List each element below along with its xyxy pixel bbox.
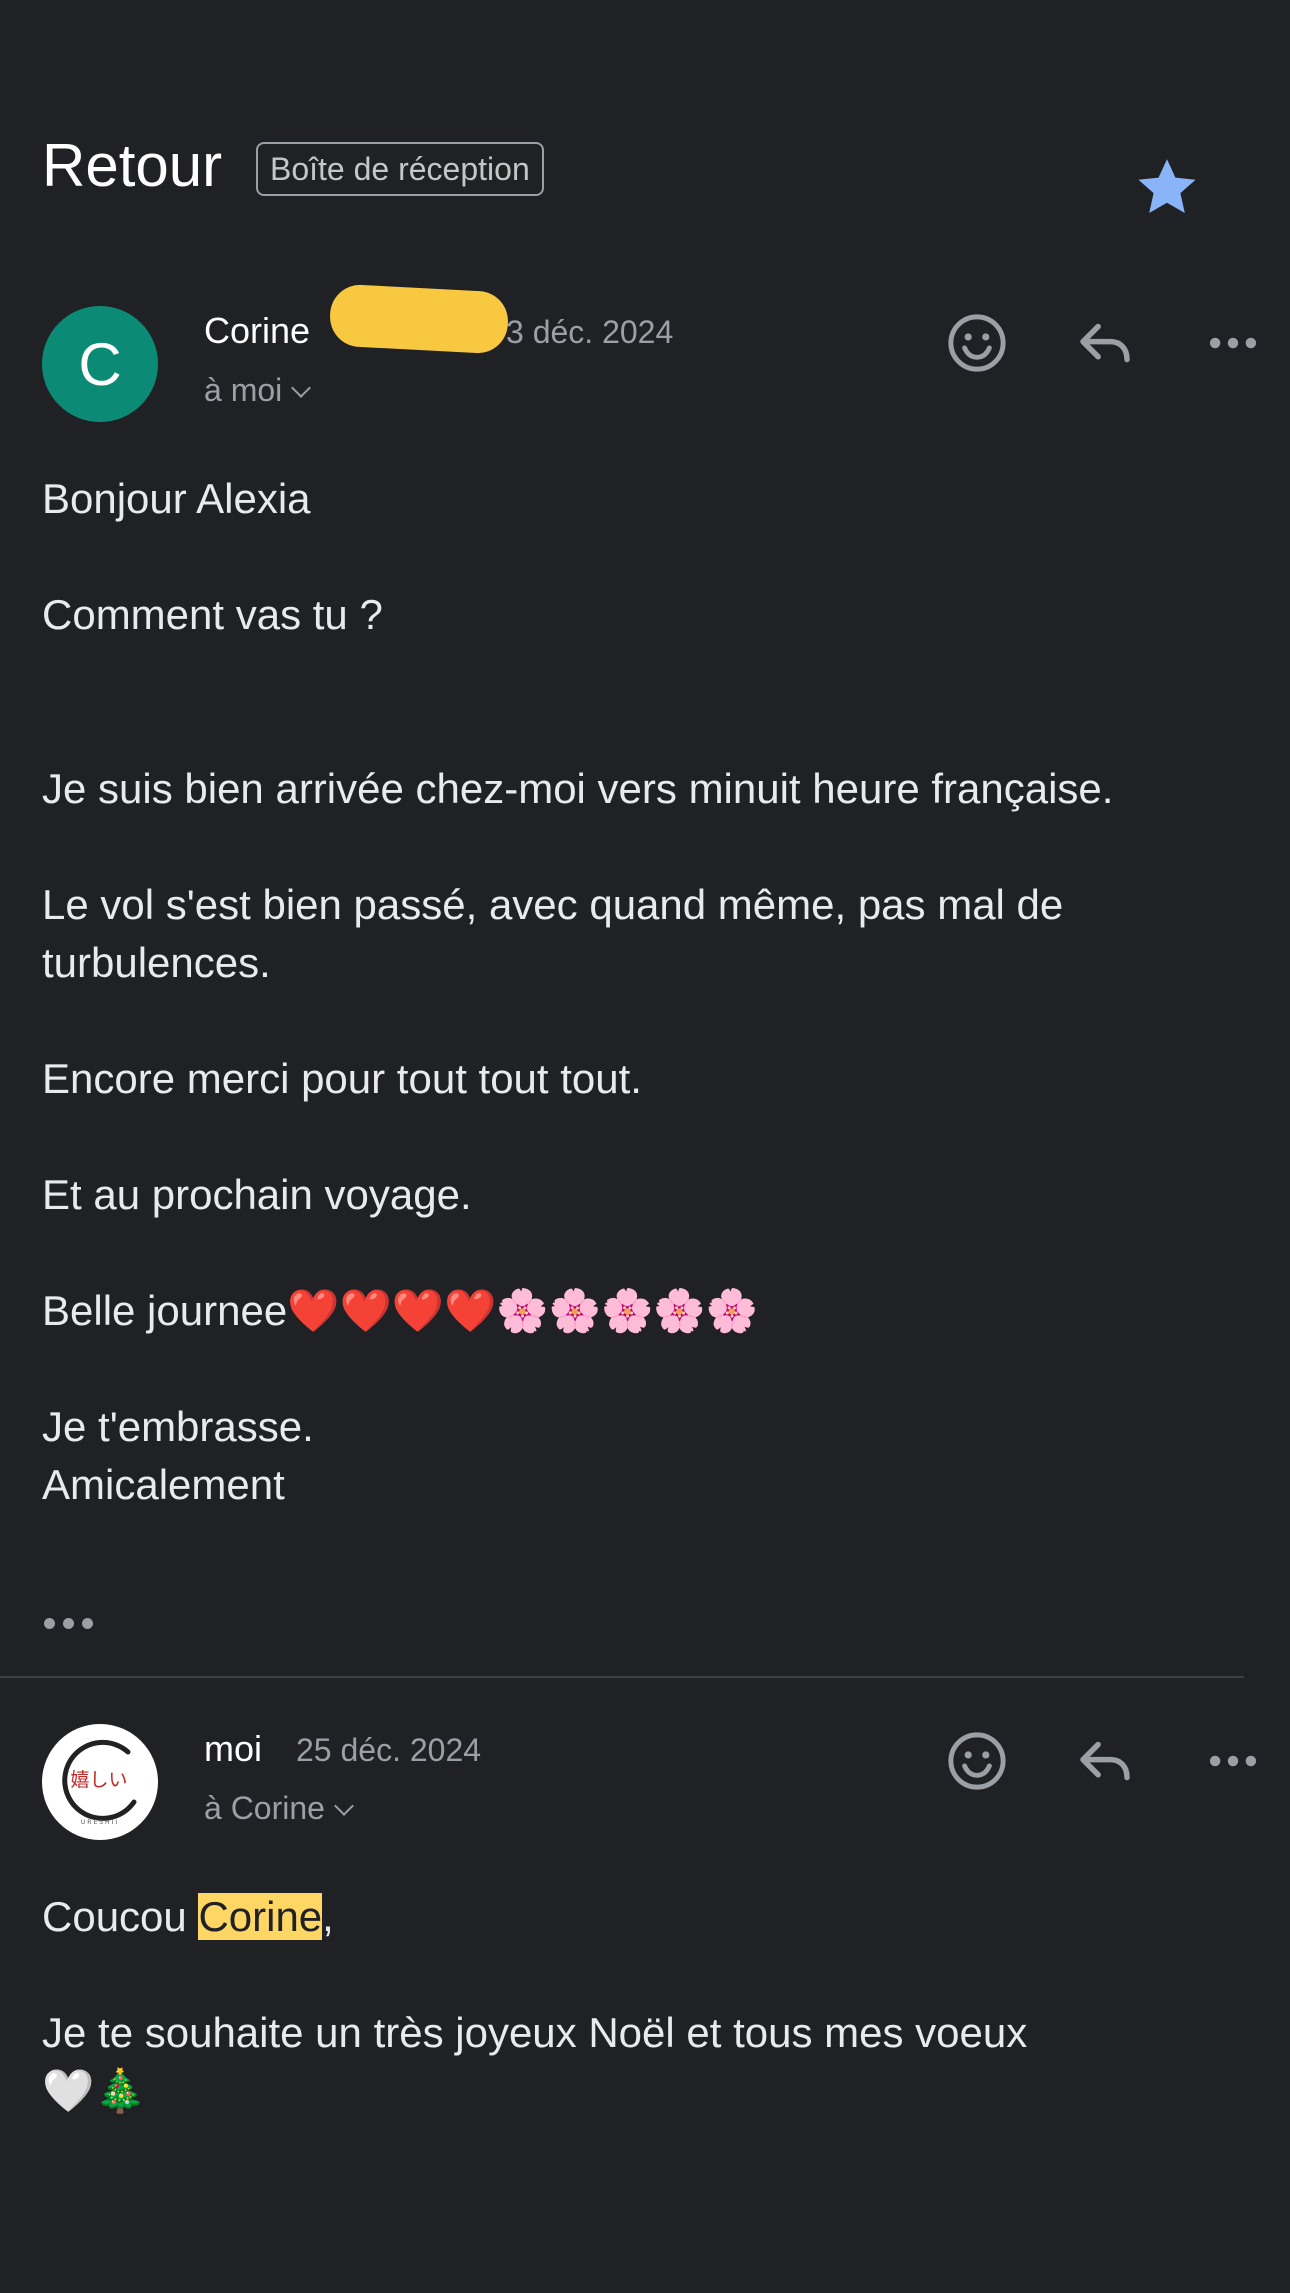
reply-icon[interactable] [1072,310,1138,376]
add-reaction-icon[interactable] [944,310,1010,376]
body-line: Je te souhaite un très joyeux Noël et to… [42,2009,1028,2056]
message-actions [908,306,1257,406]
recipient-details[interactable]: à Corine [204,1790,354,1827]
logo-text: 嬉しい [70,1769,127,1791]
search-highlight: Corine [198,1893,323,1940]
greeting-prefix: Coucou [42,1893,199,1940]
greeting-suffix: , [322,1893,334,1940]
body-line: Belle journee❤️❤️❤️❤️🌸🌸🌸🌸🌸 [42,1287,758,1334]
sender-avatar[interactable]: C [42,306,158,422]
show-trimmed-content-icon[interactable] [44,1618,93,1629]
add-reaction-icon[interactable] [944,1728,1010,1794]
body-line: Amicalement [42,1461,285,1508]
body-line: Je suis bien arrivée chez-moi vers minui… [42,765,1114,812]
body-line: Comment vas tu ? [42,591,383,638]
redaction-mark [328,283,510,355]
message-actions [908,1724,1257,1824]
body-line: Bonjour Alexia [42,475,311,522]
message-2-body: Coucou Corine, Je te souhaite un très jo… [42,1888,1222,2120]
more-horizontal-icon[interactable] [1200,310,1266,376]
message-header: Retour Boîte de réception [42,128,1248,213]
message-date: 3 déc. 2024 [506,314,674,350]
logo-caption: URESHII [81,1819,119,1826]
back-button[interactable]: Retour [42,136,222,196]
recipient-label: à moi [204,372,283,408]
body-line: Encore merci pour tout tout tout. [42,1055,642,1102]
body-line: Et au prochain voyage. [42,1171,472,1218]
folder-label-chip[interactable]: Boîte de réception [256,142,544,196]
chevron-down-icon [291,378,312,398]
chevron-down-icon [334,1796,354,1816]
message-date: 25 déc. 2024 [296,1732,482,1768]
ureshii-logo-icon: 嬉しい URESHII [62,1739,137,1826]
sender-name[interactable]: moi [204,1728,262,1770]
message-2-header: 嬉しい URESHII moi 25 déc. 2024 à Corine [42,1724,1257,1844]
message-divider [0,1676,1244,1678]
more-horizontal-icon[interactable] [1200,1728,1266,1794]
recipient-details[interactable]: à moi [204,372,312,409]
star-icon[interactable] [1132,152,1202,222]
message-1-body: Bonjour Alexia Comment vas tu ? Je suis … [42,470,1222,1514]
reply-icon[interactable] [1072,1728,1138,1794]
sender-name[interactable]: Corine [204,310,310,352]
body-line: Je t'embrasse. [42,1403,314,1450]
body-line: 🤍🎄 [42,2067,147,2114]
body-line: Le vol s'est bien passé, avec quand même… [42,881,1064,986]
recipient-label: à Corine [204,1790,325,1826]
sender-avatar[interactable]: 嬉しい URESHII [42,1724,158,1840]
message-1-header: C Corine 3 déc. 2024 à moi [42,306,1257,426]
greeting-line: Coucou Corine, [42,1888,1222,1946]
